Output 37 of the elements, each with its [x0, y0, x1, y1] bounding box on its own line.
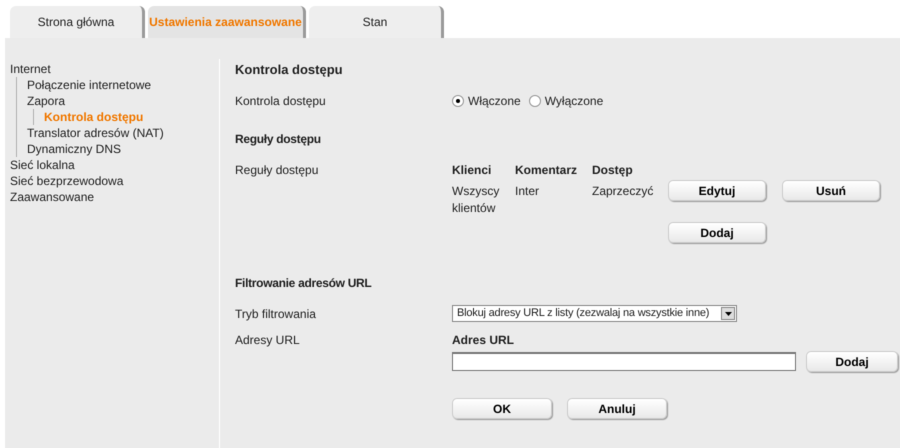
button[interactable]: Usuń — [782, 180, 880, 201]
sidebar-item[interactable]: Internet — [10, 61, 219, 77]
column-header: Klienci — [452, 162, 492, 179]
field-label: Kontrola dostępu — [235, 93, 327, 110]
url-input-field[interactable] — [452, 352, 796, 371]
radio-button[interactable] — [452, 95, 464, 107]
field-label: Tryb filtrowania — [235, 306, 317, 323]
sidebar-item[interactable]: Translator adresów (NAT) — [27, 125, 219, 141]
button[interactable]: Dodaj — [806, 351, 898, 372]
button[interactable]: Dodaj — [668, 222, 766, 243]
column-header: Adres URL — [452, 332, 516, 349]
table-cell-text: Zaprzeczyć — [592, 183, 654, 200]
radio-label[interactable]: Włączone — [468, 92, 521, 110]
tab[interactable]: Stan — [309, 6, 444, 38]
radio-label[interactable]: Wyłączone — [544, 92, 604, 110]
button[interactable]: OK — [452, 398, 552, 419]
field-label: Reguły dostępu — [235, 162, 320, 179]
sidebar-item[interactable]: Sieć lokalna — [10, 157, 219, 173]
sidebar-item[interactable]: Zapora — [27, 93, 219, 109]
sidebar-item[interactable]: Połączenie internetowe — [27, 77, 219, 93]
column-header: Dostęp — [592, 162, 634, 179]
button[interactable]: Anuluj — [567, 398, 667, 419]
tab[interactable]: Strona główna — [10, 6, 145, 38]
button[interactable]: Edytuj — [668, 180, 766, 201]
radio-button[interactable] — [528, 95, 541, 107]
column-header: Komentarz — [515, 162, 578, 179]
field-label: Adresy URL — [235, 332, 301, 349]
section-heading: Filtrowanie adresów URL — [235, 275, 372, 292]
table-cell-text: Wszyscy klientów — [452, 183, 500, 217]
section-heading: Reguły dostępu — [235, 131, 322, 148]
section-title: Kontrola dostępu — [235, 61, 344, 79]
dropdown-value: Blokuj adresy URL z listy (zezwalaj na wszystkie inne) — [457, 306, 710, 322]
sidebar-item[interactable]: Dynamiczny DNS — [27, 141, 219, 157]
dropdown[interactable]: Blokuj adresy URL z listy (zezwalaj na wszystkie inne) — [452, 305, 737, 322]
sidebar-item[interactable]: Zaawansowane — [10, 189, 219, 205]
sidebar-item[interactable]: Sieć bezprzewodowa — [10, 173, 219, 189]
table-cell-text: Inter — [515, 183, 540, 200]
